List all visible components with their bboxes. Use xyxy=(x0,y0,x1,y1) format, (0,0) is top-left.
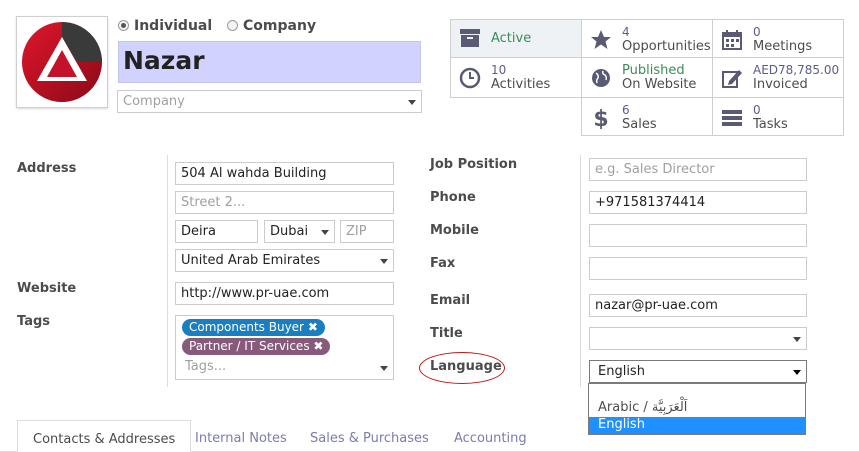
opportunities-count: 4 xyxy=(622,25,630,39)
company-select[interactable]: Company xyxy=(117,90,422,113)
globe-icon xyxy=(592,69,610,87)
country-value: United Arab Emirates xyxy=(181,253,321,268)
website-on-label: On Website xyxy=(622,77,697,92)
tags-label: Tags xyxy=(17,314,51,329)
opportunities-button[interactable]: 4 Opportunities xyxy=(581,19,713,58)
meetings-button[interactable]: 0 Meetings xyxy=(712,19,844,58)
job-position-input[interactable]: e.g. Sales Director xyxy=(589,158,807,181)
left-divider xyxy=(167,155,168,387)
phone-label: Phone xyxy=(430,190,476,205)
language-highlight-annotation xyxy=(419,352,505,384)
language-select[interactable]: English xyxy=(589,360,807,383)
contact-avatar[interactable] xyxy=(16,16,108,108)
star-icon xyxy=(591,30,611,49)
tab-contacts-addresses[interactable]: Contacts & Addresses xyxy=(17,420,192,452)
right-divider xyxy=(580,155,581,387)
website-published-button[interactable]: Published On Website xyxy=(581,57,713,98)
tab-sales-purchases[interactable]: Sales & Purchases xyxy=(310,431,429,446)
language-option-arabic[interactable]: Arabic / اَلْعَرَبِيَّة xyxy=(589,400,805,417)
individual-radio[interactable]: Individual xyxy=(118,18,222,34)
company-radio-label: Company xyxy=(243,18,317,34)
chevron-down-icon xyxy=(380,366,388,371)
edit-icon xyxy=(722,70,742,88)
tab-internal-notes[interactable]: Internal Notes xyxy=(195,431,287,446)
tasks-label: Tasks xyxy=(753,117,788,132)
company-radio[interactable]: Company xyxy=(227,18,326,34)
activities-button[interactable]: 10 Activities xyxy=(450,57,582,98)
language-value: English xyxy=(598,364,645,379)
invoiced-amount: AED78,785.00 xyxy=(753,63,840,77)
contact-name-input[interactable]: Nazar xyxy=(118,41,421,83)
website-label: Website xyxy=(17,281,77,296)
sales-label: Sales xyxy=(622,117,657,132)
tasks-button[interactable]: 0 Tasks xyxy=(712,97,844,136)
state-select[interactable]: Dubai xyxy=(264,220,335,243)
phone-input[interactable]: +971581374414 xyxy=(589,191,807,214)
chevron-down-icon xyxy=(408,100,416,105)
meetings-count: 0 xyxy=(753,25,761,39)
tags-placeholder: Tags... xyxy=(185,359,227,374)
tag-components-buyer[interactable]: Components Buyer ✖ xyxy=(182,319,325,336)
fax-input[interactable] xyxy=(589,257,807,280)
tag-remove-icon[interactable]: ✖ xyxy=(313,339,323,353)
calendar-icon xyxy=(722,30,742,50)
invoiced-button[interactable]: AED78,785.00 Invoiced xyxy=(712,57,844,98)
svg-text:$: $ xyxy=(593,107,608,129)
sales-button[interactable]: $ 6 Sales xyxy=(581,97,713,136)
tag-partner-it-services[interactable]: Partner / IT Services ✖ xyxy=(182,338,331,355)
address-label: Address xyxy=(17,161,77,176)
chevron-down-icon xyxy=(321,230,329,235)
activities-count: 10 xyxy=(491,63,507,77)
radio-unchecked-icon xyxy=(227,20,239,31)
fax-label: Fax xyxy=(430,256,456,271)
company-logo-icon xyxy=(22,22,102,102)
contact-type-selector: Individual Company xyxy=(118,18,326,34)
tag-label: Partner / IT Services xyxy=(189,339,310,353)
invoiced-label: Invoiced xyxy=(753,77,808,92)
individual-label: Individual xyxy=(134,18,213,34)
website-input[interactable]: http://www.pr-uae.com xyxy=(175,282,394,305)
chevron-down-icon xyxy=(380,259,388,264)
archive-icon xyxy=(460,29,480,47)
company-placeholder: Company xyxy=(123,94,185,109)
title-select[interactable] xyxy=(589,327,807,350)
meetings-label: Meetings xyxy=(753,39,813,54)
title-label: Title xyxy=(430,326,463,341)
website-published-label: Published xyxy=(622,63,685,78)
activities-label: Activities xyxy=(491,77,551,92)
clock-icon xyxy=(459,67,481,89)
mobile-label: Mobile xyxy=(430,223,479,238)
sales-count: 6 xyxy=(622,103,630,117)
radio-checked-icon xyxy=(118,20,129,31)
tasks-count: 0 xyxy=(753,103,761,117)
state-value: Dubai xyxy=(270,224,309,239)
tag-remove-icon[interactable]: ✖ xyxy=(308,320,318,334)
street2-input[interactable]: Street 2... xyxy=(175,191,394,214)
email-label: Email xyxy=(430,293,471,308)
active-toggle-button[interactable]: Active xyxy=(450,19,582,58)
tab-accounting[interactable]: Accounting xyxy=(454,431,527,446)
opportunities-label: Opportunities xyxy=(622,39,711,54)
street-input[interactable]: 504 Al wahda Building xyxy=(175,162,394,185)
chevron-down-icon xyxy=(793,337,801,342)
mobile-input[interactable] xyxy=(589,224,807,247)
zip-input[interactable]: ZIP xyxy=(340,220,394,243)
chevron-down-icon xyxy=(793,370,801,375)
city-input[interactable]: Deira xyxy=(175,220,258,243)
tags-input[interactable]: Components Buyer ✖ Partner / IT Services… xyxy=(175,315,394,380)
form-notebook-tabs: Contacts & Addresses Internal Notes Sale… xyxy=(0,420,859,452)
dollar-icon: $ xyxy=(593,107,608,129)
country-select[interactable]: United Arab Emirates xyxy=(175,249,394,272)
email-input[interactable]: nazar@pr-uae.com xyxy=(589,294,807,317)
job-position-label: Job Position xyxy=(430,157,518,172)
tag-label: Components Buyer xyxy=(189,320,304,334)
active-label: Active xyxy=(491,31,532,46)
tasks-icon xyxy=(722,110,742,126)
